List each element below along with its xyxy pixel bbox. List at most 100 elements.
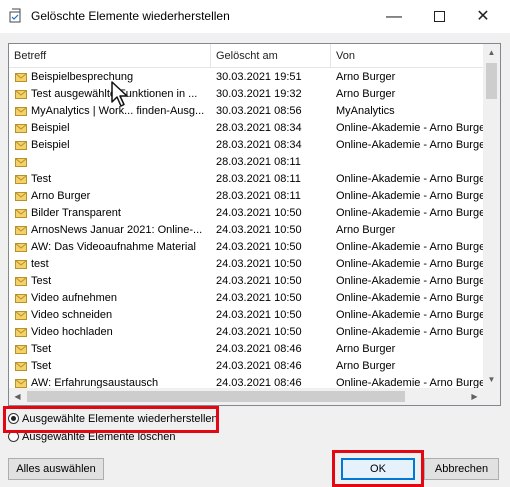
horizontal-scroll-thumb[interactable] (27, 391, 405, 402)
envelope-icon (15, 175, 27, 184)
list-header: Betreff Gelöscht am Von (9, 44, 483, 68)
row-from: Online-Akademie - Arno Burger (336, 139, 486, 151)
row-subject: Test (31, 173, 52, 185)
envelope-icon (15, 209, 27, 218)
row-subject: Arno Burger (31, 190, 91, 202)
table-row[interactable]: 28.03.2021 08:11 (9, 154, 483, 171)
table-row[interactable]: Bilder Transparent 24.03.2021 10:50 Online… (9, 205, 486, 222)
row-subject: Video aufnehmen (31, 292, 118, 304)
scroll-down-icon[interactable]: ▼ (483, 371, 500, 388)
row-subject: AW: Das Videoaufnahme Material (31, 241, 196, 253)
row-from: Online-Akademie - Arno Burger (336, 190, 486, 202)
envelope-icon (15, 362, 27, 371)
row-from: Online-Akademie - Arno Burger (336, 309, 486, 321)
row-from: Arno Burger (336, 71, 396, 83)
column-header-subject[interactable]: Betreff (9, 44, 211, 68)
row-from: Online-Akademie - Arno Burger (336, 173, 486, 185)
envelope-icon (15, 158, 27, 167)
column-header-deleted-at[interactable]: Gelöscht am (211, 44, 331, 68)
table-row[interactable]: Video schneiden 24.03.2021 10:50 Online-Ak… (9, 307, 486, 324)
row-deleted-at: 24.03.2021 10:50 (216, 292, 302, 304)
envelope-icon (15, 192, 27, 201)
close-button[interactable]: ✕ (463, 0, 503, 33)
minimize-button[interactable]: — (374, 0, 414, 33)
table-row[interactable]: Beispielbesprechung 30.03.2021 19:51 Arno … (9, 69, 483, 86)
maximize-icon (433, 11, 445, 23)
row-deleted-at: 30.03.2021 08:56 (216, 105, 302, 117)
horizontal-scrollbar[interactable]: ◀ ▶ (9, 388, 483, 405)
table-row[interactable]: Beispiel 28.03.2021 08:34 Online-Akademie … (9, 137, 486, 154)
table-row[interactable]: Tset 24.03.2021 08:46 Arno Burger (9, 341, 483, 358)
envelope-icon (15, 226, 27, 235)
envelope-icon (15, 141, 27, 150)
list-rows: Beispielbesprechung 30.03.2021 19:51 Arno … (9, 69, 486, 392)
scroll-up-icon[interactable]: ▲ (483, 44, 500, 61)
row-deleted-at: 30.03.2021 19:51 (216, 71, 302, 83)
row-from: Arno Burger (336, 343, 396, 355)
scroll-left-icon[interactable]: ◀ (9, 388, 26, 405)
table-row[interactable]: Test ausgewählte Funktionen in ... 30.03.… (9, 86, 483, 103)
table-row[interactable]: MyAnalytics | Work... finden-Ausg... 30.0… (9, 103, 483, 120)
row-deleted-at: 24.03.2021 10:50 (216, 207, 302, 219)
select-all-button[interactable]: Alles auswählen (8, 458, 104, 480)
mouse-cursor-icon (111, 81, 128, 107)
table-row[interactable]: test 24.03.2021 10:50 Online-Akademie - Ar… (9, 256, 486, 273)
row-deleted-at: 28.03.2021 08:11 (216, 190, 301, 202)
envelope-icon (15, 73, 27, 82)
row-deleted-at: 28.03.2021 08:11 (216, 156, 301, 168)
row-from: Arno Burger (336, 224, 396, 236)
envelope-icon (15, 277, 27, 286)
table-row[interactable]: Test 24.03.2021 10:50 Online-Akademie - Ar… (9, 273, 486, 290)
table-row[interactable]: Arno Burger 28.03.2021 08:11 Online-Akadem… (9, 188, 486, 205)
row-deleted-at: 24.03.2021 10:50 (216, 224, 302, 236)
envelope-icon (15, 379, 27, 388)
table-row[interactable]: Video aufnehmen 24.03.2021 10:50 Online-Ak… (9, 290, 486, 307)
row-from: Online-Akademie - Arno Burger (336, 326, 486, 338)
ok-button-highlight (332, 450, 424, 487)
table-row[interactable]: AW: Das Videoaufnahme Material 24.03.2021… (9, 239, 486, 256)
row-subject: ArnosNews Januar 2021: Online-... (31, 224, 203, 236)
row-from: Online-Akademie - Arno Burger (336, 292, 486, 304)
row-from: Online-Akademie - Arno Burger (336, 275, 486, 287)
row-deleted-at: 24.03.2021 10:50 (216, 326, 302, 338)
vertical-scrollbar[interactable]: ▲ ▼ (483, 44, 500, 388)
row-subject: Video hochladen (31, 326, 113, 338)
row-deleted-at: 24.03.2021 10:50 (216, 275, 302, 287)
envelope-icon (15, 311, 27, 320)
envelope-icon (15, 90, 27, 99)
envelope-icon (15, 260, 27, 269)
row-deleted-at: 24.03.2021 10:50 (216, 309, 302, 321)
envelope-icon (15, 107, 27, 116)
envelope-icon (15, 328, 27, 337)
close-icon: ✕ (476, 8, 490, 25)
row-deleted-at: 24.03.2021 08:46 (216, 360, 302, 372)
table-row[interactable]: Beispiel 28.03.2021 08:34 Online-Akademie … (9, 120, 486, 137)
row-deleted-at: 24.03.2021 08:46 (216, 343, 302, 355)
table-row[interactable]: ArnosNews Januar 2021: Online-... 24.03.2… (9, 222, 483, 239)
row-from: Arno Burger (336, 88, 396, 100)
cancel-button[interactable]: Abbrechen (424, 458, 499, 480)
column-header-from[interactable]: Von (331, 44, 483, 68)
row-subject: Beispiel (31, 122, 70, 134)
row-from: Online-Akademie - Arno Burger (336, 122, 486, 134)
row-deleted-at: 30.03.2021 19:32 (216, 88, 302, 100)
table-row[interactable]: Test 28.03.2021 08:11 Online-Akademie - Ar… (9, 171, 486, 188)
row-subject: Bilder Transparent (31, 207, 121, 219)
vertical-scroll-thumb[interactable] (486, 63, 497, 99)
envelope-icon (15, 294, 27, 303)
deleted-items-list[interactable]: Betreff Gelöscht am Von Beispielbesprech… (8, 43, 501, 406)
row-from: Online-Akademie - Arno Burger (336, 207, 486, 219)
restore-option-highlight (3, 406, 219, 433)
row-subject: Video schneiden (31, 309, 113, 321)
maximize-button[interactable] (419, 0, 459, 33)
row-subject: Tset (31, 343, 52, 355)
title-bar: Gelöschte Elemente wiederherstellen — ✕ (0, 0, 510, 33)
table-row[interactable]: Video hochladen 24.03.2021 10:50 Online-Ak… (9, 324, 486, 341)
envelope-icon (15, 345, 27, 354)
table-row[interactable]: Tset 24.03.2021 08:46 Arno Burger (9, 358, 483, 375)
envelope-icon (15, 124, 27, 133)
row-from: Online-Akademie - Arno Burger (336, 258, 486, 270)
scroll-right-icon[interactable]: ▶ (466, 388, 483, 405)
row-subject: Test (31, 275, 52, 287)
row-deleted-at: 24.03.2021 10:50 (216, 258, 302, 270)
